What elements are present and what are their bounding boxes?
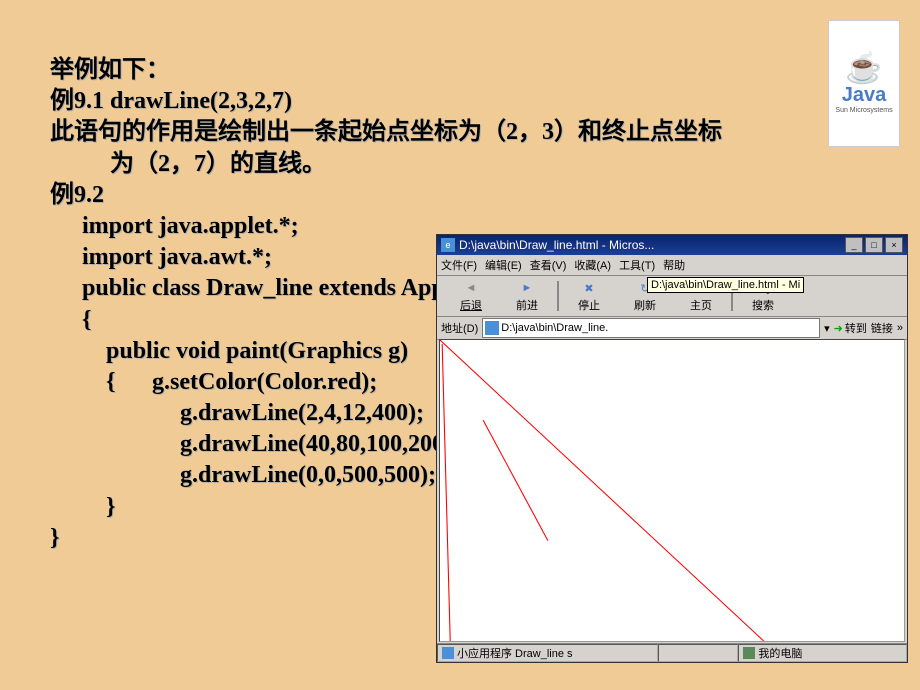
java-brand: Java bbox=[842, 84, 887, 107]
applet-icon bbox=[442, 647, 454, 659]
forward-button[interactable]: ► 前进 bbox=[499, 276, 555, 316]
applet-canvas bbox=[440, 340, 904, 641]
go-button[interactable]: ➜ 转到 bbox=[834, 320, 867, 336]
address-label: 地址(D) bbox=[441, 320, 478, 336]
back-arrow-icon: ◄ bbox=[461, 279, 481, 297]
menu-file[interactable]: 文件(F) bbox=[441, 257, 477, 273]
back-label: 后退 bbox=[460, 297, 482, 313]
address-input[interactable]: D:\java\bin\Draw_line. bbox=[482, 318, 820, 338]
code-setcolor: g.setColor(Color.red); bbox=[152, 369, 377, 395]
address-bar: 地址(D) D:\java\bin\Draw_line. ▾ ➜ 转到 链接 » bbox=[437, 317, 907, 340]
line-example-9-2: 例9.2 bbox=[50, 180, 840, 211]
menu-help[interactable]: 帮助 bbox=[663, 257, 685, 273]
stop-label: 停止 bbox=[578, 297, 600, 313]
page-viewport bbox=[439, 339, 905, 642]
go-label: 转到 bbox=[845, 320, 867, 336]
java-cup-icon: ☕ bbox=[845, 54, 882, 84]
code-brace-open: { bbox=[106, 367, 146, 398]
line-explain-1: 此语句的作用是绘制出一条起始点坐标为（2，3）和终止点坐标 bbox=[50, 117, 840, 148]
stop-icon: ✖ bbox=[579, 279, 599, 297]
stop-button[interactable]: ✖ 停止 bbox=[561, 276, 617, 316]
forward-label: 前进 bbox=[516, 297, 538, 313]
menu-view[interactable]: 查看(V) bbox=[530, 257, 567, 273]
home-label: 主页 bbox=[690, 297, 712, 313]
computer-icon bbox=[743, 647, 755, 659]
status-left-text: 小应用程序 Draw_line s bbox=[457, 645, 573, 661]
minimize-button[interactable]: _ bbox=[845, 237, 863, 253]
menu-tools[interactable]: 工具(T) bbox=[619, 257, 655, 273]
java-subtitle: Sun Microsystems bbox=[835, 107, 892, 114]
status-right: 我的电脑 bbox=[738, 644, 907, 662]
status-bar: 小应用程序 Draw_line s 我的电脑 bbox=[437, 643, 907, 662]
menu-edit[interactable]: 编辑(E) bbox=[485, 257, 522, 273]
refresh-label: 刷新 bbox=[634, 297, 656, 313]
status-right-text: 我的电脑 bbox=[758, 645, 802, 661]
titlebar[interactable]: e D:\java\bin\Draw_line.html - Micros...… bbox=[437, 235, 907, 255]
address-dropdown[interactable]: ▾ bbox=[824, 322, 830, 335]
links-label[interactable]: 链接 bbox=[871, 320, 893, 336]
address-text: D:\java\bin\Draw_line. bbox=[501, 322, 608, 334]
menubar: 文件(F) 编辑(E) 查看(V) 收藏(A) 工具(T) 帮助 bbox=[437, 255, 907, 276]
line-explain-2: 为（2，7）的直线。 bbox=[50, 149, 840, 180]
forward-arrow-icon: ► bbox=[517, 279, 537, 297]
line-intro: 举例如下： bbox=[50, 55, 840, 86]
maximize-button[interactable]: □ bbox=[865, 237, 883, 253]
window-title: D:\java\bin\Draw_line.html - Micros... bbox=[459, 238, 843, 252]
toolbar-separator bbox=[557, 281, 559, 311]
menu-favorites[interactable]: 收藏(A) bbox=[574, 257, 611, 273]
title-tooltip: D:\java\bin\Draw_line.html - Mi bbox=[647, 277, 804, 293]
line-example-9-1: 例9.1 drawLine(2,3,2,7) bbox=[50, 86, 840, 117]
links-expand[interactable]: » bbox=[897, 322, 903, 334]
back-button[interactable]: ◄ 后退 bbox=[443, 276, 499, 316]
go-icon: ➜ bbox=[834, 322, 843, 335]
status-mid bbox=[658, 644, 738, 662]
close-button[interactable]: × bbox=[885, 237, 903, 253]
ie-icon: e bbox=[441, 238, 455, 252]
browser-window: e D:\java\bin\Draw_line.html - Micros...… bbox=[436, 234, 908, 663]
page-icon bbox=[485, 321, 499, 335]
status-left: 小应用程序 Draw_line s bbox=[437, 644, 658, 662]
slide: ☕ Java Sun Microsystems 举例如下： 例9.1 drawL… bbox=[0, 0, 920, 690]
search-label: 搜索 bbox=[752, 297, 774, 313]
